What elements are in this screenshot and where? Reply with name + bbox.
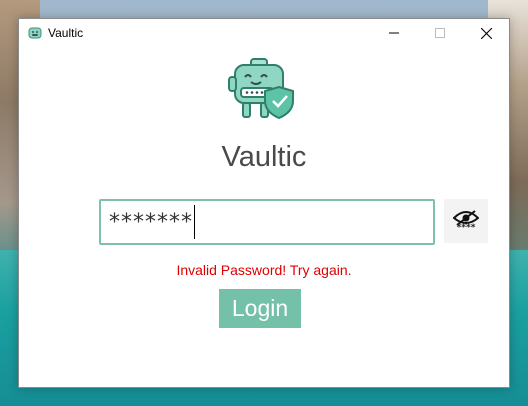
error-message: Invalid Password! Try again. bbox=[176, 262, 352, 278]
window-title: Vaultic bbox=[48, 26, 84, 40]
vaultic-app-icon bbox=[27, 25, 43, 41]
close-icon bbox=[480, 27, 492, 39]
toggle-password-visibility-button[interactable]: **** bbox=[444, 199, 488, 243]
maximize-button[interactable] bbox=[417, 19, 463, 47]
app-window: Vaultic Vaultic ******* **** Invalid Pas… bbox=[18, 18, 510, 388]
title-bar[interactable]: Vaultic bbox=[19, 19, 509, 47]
minimize-icon bbox=[389, 32, 399, 34]
password-input[interactable]: ******* bbox=[99, 199, 435, 245]
app-title: Vaultic bbox=[221, 141, 307, 173]
vault-robot-shield-logo bbox=[225, 57, 299, 127]
masked-indicator-text: **** bbox=[456, 222, 476, 233]
text-caret bbox=[194, 205, 195, 239]
login-button[interactable]: Login bbox=[219, 289, 301, 328]
maximize-icon bbox=[435, 28, 445, 38]
password-value: ******* bbox=[109, 209, 193, 235]
close-button[interactable] bbox=[463, 19, 509, 47]
minimize-button[interactable] bbox=[371, 19, 417, 47]
